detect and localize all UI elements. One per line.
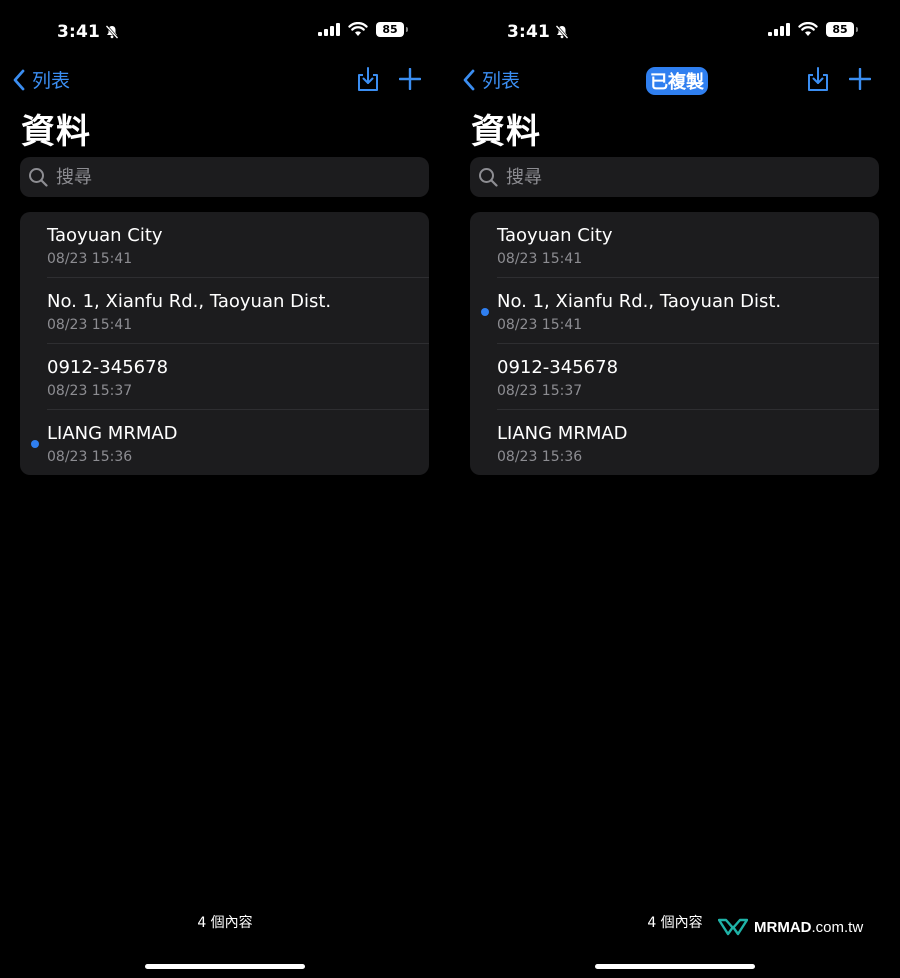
- clipboard-list: Taoyuan City 08/23 15:41 No. 1, Xianfu R…: [20, 212, 429, 475]
- battery-level: 85: [832, 23, 848, 36]
- search-icon: [479, 168, 498, 187]
- item-date: 08/23 15:41: [497, 251, 583, 267]
- item-title: LIANG MRMAD: [47, 423, 178, 444]
- chevron-left-icon: [463, 69, 475, 90]
- status-bar-indicators: 85: [768, 22, 858, 37]
- item-title: Taoyuan City: [497, 225, 613, 246]
- page-title: 資料: [471, 112, 541, 152]
- selected-dot-icon: [481, 308, 489, 316]
- list-item[interactable]: 0912-345678 08/23 15:37: [470, 344, 879, 410]
- battery-level: 85: [382, 23, 398, 36]
- mrmad-watermark: MRMAD.com.tw: [718, 918, 863, 936]
- wifi-icon: [798, 22, 818, 36]
- item-title: 0912-345678: [497, 357, 619, 378]
- cellular-signal-icon: [768, 23, 790, 36]
- item-title: No. 1, Xianfu Rd., Taoyuan Dist.: [47, 291, 332, 312]
- list-item[interactable]: No. 1, Xianfu Rd., Taoyuan Dist. 08/23 1…: [20, 278, 429, 344]
- search-input[interactable]: [54, 165, 398, 189]
- status-bar-time: 3:41: [507, 22, 570, 42]
- item-date: 08/23 15:41: [47, 251, 133, 267]
- home-indicator[interactable]: [145, 964, 305, 969]
- watermark-text: MRMAD.com.tw: [754, 919, 863, 936]
- item-title: LIANG MRMAD: [497, 423, 628, 444]
- back-button-label: 列表: [32, 70, 71, 92]
- status-time-text: 3:41: [57, 22, 101, 42]
- item-date: 08/23 15:37: [497, 383, 583, 399]
- back-button-label: 列表: [482, 70, 521, 92]
- search-input[interactable]: [504, 165, 848, 189]
- page-title: 資料: [21, 112, 91, 152]
- status-bar-indicators: 85: [318, 22, 408, 37]
- list-item[interactable]: Taoyuan City 08/23 15:41: [20, 212, 429, 278]
- item-title: 0912-345678: [47, 357, 169, 378]
- home-indicator[interactable]: [595, 964, 755, 969]
- search-icon: [29, 168, 48, 187]
- item-date: 08/23 15:41: [47, 317, 133, 333]
- back-button[interactable]: 列表: [12, 66, 70, 93]
- list-item[interactable]: LIANG MRMAD 08/23 15:36: [20, 410, 429, 475]
- item-date: 08/23 15:36: [497, 449, 583, 465]
- status-bar-time: 3:41: [57, 22, 120, 42]
- cellular-signal-icon: [318, 23, 340, 36]
- add-button[interactable]: [399, 68, 421, 90]
- bell-slash-icon: [105, 25, 119, 39]
- back-button[interactable]: 列表: [462, 66, 520, 93]
- wifi-icon: [348, 22, 368, 36]
- item-date: 08/23 15:41: [497, 317, 583, 333]
- import-button[interactable]: [356, 66, 380, 92]
- watermark-tld: .com.tw: [811, 918, 864, 936]
- search-bar[interactable]: [470, 157, 879, 197]
- selected-dot-icon: [31, 440, 39, 448]
- clipboard-list: Taoyuan City 08/23 15:41 No. 1, Xianfu R…: [470, 212, 879, 475]
- add-button[interactable]: [849, 68, 871, 90]
- item-count: 4 個內容: [197, 915, 253, 931]
- bell-slash-icon: [555, 25, 569, 39]
- item-title: No. 1, Xianfu Rd., Taoyuan Dist.: [497, 291, 782, 312]
- search-bar[interactable]: [20, 157, 429, 197]
- battery-indicator: 85: [826, 22, 858, 37]
- item-date: 08/23 15:37: [47, 383, 133, 399]
- phone-screen-right: 3:41 85 列表 已複製 資料 搜尋 Taoyuan City 08/23 …: [450, 0, 900, 978]
- phone-screen-left: 3:41 85 列表 資料 搜尋 Taoyuan City 08/23 15:4…: [0, 0, 450, 978]
- copied-toast: 已複製: [646, 67, 708, 95]
- watermark-brand: MRMAD: [754, 918, 812, 936]
- list-item[interactable]: Taoyuan City 08/23 15:41: [470, 212, 879, 278]
- item-date: 08/23 15:36: [47, 449, 133, 465]
- battery-indicator: 85: [376, 22, 408, 37]
- status-time-text: 3:41: [507, 22, 551, 42]
- chevron-left-icon: [13, 69, 25, 90]
- list-item[interactable]: LIANG MRMAD 08/23 15:36: [470, 410, 879, 475]
- import-button[interactable]: [806, 66, 830, 92]
- mrmad-logo-icon: [718, 918, 748, 936]
- list-item[interactable]: 0912-345678 08/23 15:37: [20, 344, 429, 410]
- item-title: Taoyuan City: [47, 225, 163, 246]
- list-item[interactable]: No. 1, Xianfu Rd., Taoyuan Dist. 08/23 1…: [470, 278, 879, 344]
